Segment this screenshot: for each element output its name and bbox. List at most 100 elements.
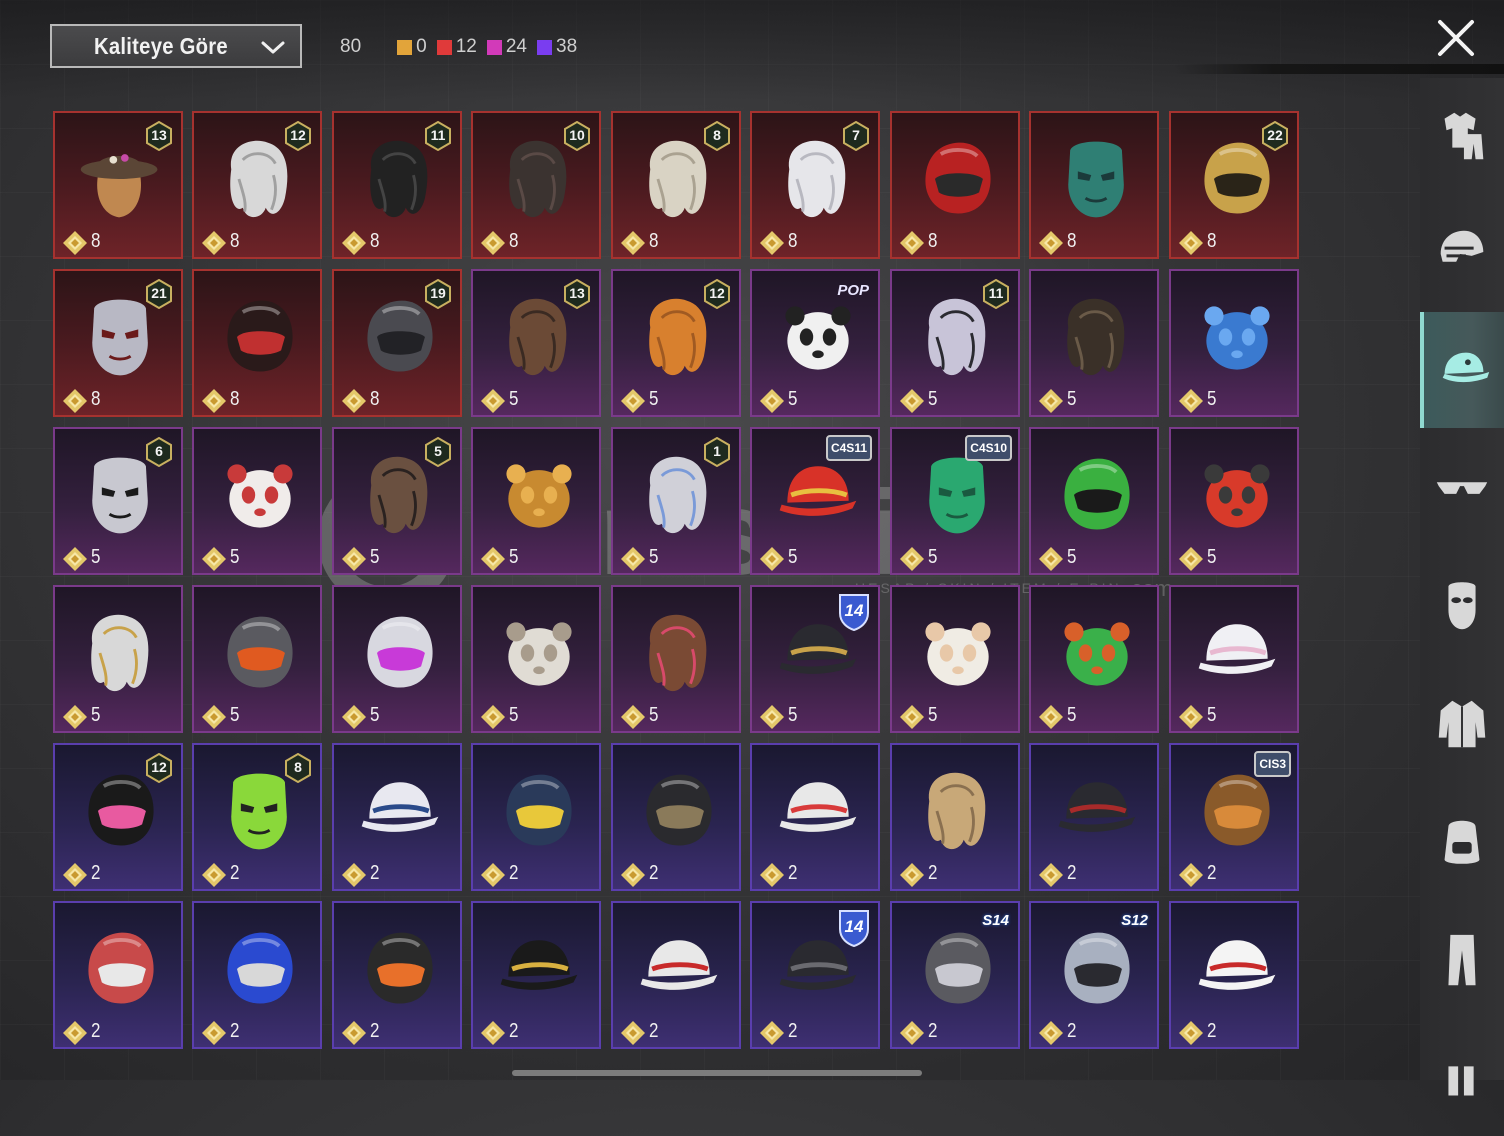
currency-diamond-icon <box>481 231 505 255</box>
item-card-ponytail-tech-helmet[interactable]: 2 <box>332 901 462 1049</box>
item-card-frog-aviator-hat[interactable]: 5 <box>1029 585 1159 733</box>
item-card-white-sun-hat[interactable]: 5 <box>1169 585 1299 733</box>
item-card-green-camo-helmet[interactable]: 5 <box>1029 427 1159 575</box>
item-card-bucket-hat-red-hair[interactable]: 2 <box>1029 743 1159 891</box>
season-tag: C4S10 <box>965 435 1012 461</box>
item-card-pink-headband-hair[interactable]: 5 <box>611 585 741 733</box>
sidebar-category-jacket[interactable] <box>1420 666 1504 782</box>
sidebar-category-shoes[interactable] <box>1420 1020 1504 1136</box>
item-card-green-dragon-helmet[interactable]: 5 C4S10 <box>890 427 1020 575</box>
item-card-goggles-brown-hair[interactable]: 5 13 <box>471 269 601 417</box>
item-card-silver-bun-hair[interactable]: 51 <box>611 427 741 575</box>
item-card-panda-head[interactable]: 5 POP <box>750 269 880 417</box>
sheep-head-icon <box>925 622 991 686</box>
item-card-gas-mask-helmet[interactable]: 2 <box>471 743 601 891</box>
item-card-red-racing-cap[interactable]: 5 C4S11 <box>750 427 880 575</box>
item-price: 2 <box>928 862 938 884</box>
item-card-dark-long-hair[interactable]: 8 10 <box>471 111 601 259</box>
currency-diamond-icon <box>1179 863 1203 887</box>
item-card-blue-bird-hat[interactable]: 5 <box>1169 269 1299 417</box>
item-card-gold-pharaoh-headdress[interactable]: 8 22 <box>1169 111 1299 259</box>
sidebar-category-cap[interactable] <box>1420 312 1504 428</box>
item-card-gold-crown-white-hair[interactable]: 5 <box>53 585 183 733</box>
item-card-barrel-steampunk-hat[interactable]: 2 CIS3 <box>1169 743 1299 891</box>
season-tag: POP <box>837 281 869 299</box>
currency-diamond-icon <box>1179 389 1203 413</box>
item-price: 5 <box>649 704 659 726</box>
sidebar-category-pants[interactable] <box>1420 902 1504 1018</box>
level-badge-value: 12 <box>709 285 725 301</box>
item-card-white-hair-with-bow[interactable]: 8 12 <box>192 111 322 259</box>
item-card-blue-cricket-helmet[interactable]: 2 <box>192 901 322 1049</box>
currency-diamond-icon <box>1039 863 1063 887</box>
category-sidebar <box>1420 78 1504 1096</box>
red-crab-headphones-icon <box>1204 464 1270 528</box>
item-card-silver-oni-mask[interactable]: 8 21 <box>53 269 183 417</box>
item-card-black-short-hair[interactable]: 8 11 <box>332 111 462 259</box>
sort-dropdown-label: Kaliteye Göre <box>94 32 228 59</box>
item-card-sheep-head[interactable]: 5 <box>890 585 1020 733</box>
item-card-red-white-cap[interactable]: 2 <box>750 743 880 891</box>
item-price: 8 <box>91 230 101 252</box>
item-card-red-black-ninja-helmet[interactable]: 8 <box>192 269 322 417</box>
currency-diamond-icon <box>760 231 784 255</box>
item-card-white-eagle-hat[interactable]: 5 <box>471 585 601 733</box>
currency-diamond-icon <box>621 863 645 887</box>
sidebar-category-backpack[interactable] <box>1420 784 1504 900</box>
item-card-red-full-helmet[interactable]: 8 <box>890 111 1020 259</box>
pink-visor-helmet-icon <box>367 616 433 688</box>
item-card-white-feather-hat[interactable]: 2 <box>1169 901 1299 1049</box>
item-card-green-skull-hood[interactable]: 28 <box>192 743 322 891</box>
item-card-white-cat-hat[interactable]: 5 <box>192 427 322 575</box>
item-price: 2 <box>91 1020 101 1042</box>
item-price: 8 <box>788 230 798 252</box>
item-card-wavy-blonde-hair[interactable]: 2 <box>890 743 1020 891</box>
sidebar-category-helmet[interactable] <box>1420 194 1504 310</box>
item-card-blonde-bob-hair[interactable]: 88 <box>611 111 741 259</box>
level-badge-value: 12 <box>290 127 306 143</box>
item-card-grey-visor-helmet[interactable]: 8 19 <box>332 269 462 417</box>
item-card-officer-cap[interactable]: 5 14 <box>750 585 880 733</box>
item-card-pink-visor-helmet[interactable]: 5 <box>332 585 462 733</box>
item-card-grey-orange-moto-helmet[interactable]: 5 <box>192 585 322 733</box>
item-card-bunny-ear-helmet[interactable]: 2 12 <box>53 743 183 891</box>
item-card-chainmail-knight-helmet[interactable]: 2 S14 <box>890 901 1020 1049</box>
item-card-white-blue-cap[interactable]: 2 <box>332 743 462 891</box>
item-price: 5 <box>788 546 798 568</box>
item-price: 2 <box>509 862 519 884</box>
sidebar-category-mask[interactable] <box>1420 548 1504 664</box>
item-card-silver-astronaut-helmet[interactable]: 2 S12 <box>1029 901 1159 1049</box>
item-card-flower-brim-hat-with-hair[interactable]: 8 13 <box>53 111 183 259</box>
red-football-helmet-icon <box>88 932 154 1004</box>
item-card-red-bandana-hat[interactable]: 2 <box>611 901 741 1049</box>
item-card-red-crab-headphones[interactable]: 5 <box>1169 427 1299 575</box>
sort-dropdown[interactable]: Kaliteye Göre <box>50 24 302 68</box>
item-card-cat-ears-brown-hair[interactable]: 55 <box>332 427 462 575</box>
item-card-dark-feather-hairpin[interactable]: 5 <box>1029 269 1159 417</box>
item-card-teal-dragon-mask[interactable]: 8 <box>1029 111 1159 259</box>
sidebar-category-glasses[interactable] <box>1420 430 1504 546</box>
item-price: 2 <box>1207 862 1217 884</box>
level-badge-value: 8 <box>294 759 302 775</box>
sidebar-category-outfit[interactable] <box>1420 78 1504 194</box>
item-card-red-football-helmet[interactable]: 2 <box>53 901 183 1049</box>
item-card-potato-head[interactable]: 5 <box>471 427 601 575</box>
level-badge-value: 13 <box>151 127 167 143</box>
currency-diamond-icon <box>1039 705 1063 729</box>
level-badge: 1 <box>703 437 731 467</box>
item-card-studded-officer-cap[interactable]: 2 14 <box>750 901 880 1049</box>
item-card-black-fedora[interactable]: 2 <box>471 901 601 1049</box>
level-badge: 12 <box>284 121 312 151</box>
currency-diamond-icon <box>1039 231 1063 255</box>
level-badge: 11 <box>424 121 452 151</box>
item-card-orange-pigtail-hair[interactable]: 5 12 <box>611 269 741 417</box>
item-card-white-ponytail-hair[interactable]: 87 <box>750 111 880 259</box>
level-badge: 8 <box>703 121 731 151</box>
level-badge: 6 <box>145 437 173 467</box>
frog-aviator-hat-icon <box>1064 622 1130 686</box>
item-card-flower-band-white-hair[interactable]: 5 11 <box>890 269 1020 417</box>
close-icon[interactable] <box>1436 18 1476 58</box>
item-card-silver-knight-mask[interactable]: 56 <box>53 427 183 575</box>
scroll-indicator[interactable] <box>512 1070 922 1076</box>
item-card-black-hockey-helmet[interactable]: 2 <box>611 743 741 891</box>
